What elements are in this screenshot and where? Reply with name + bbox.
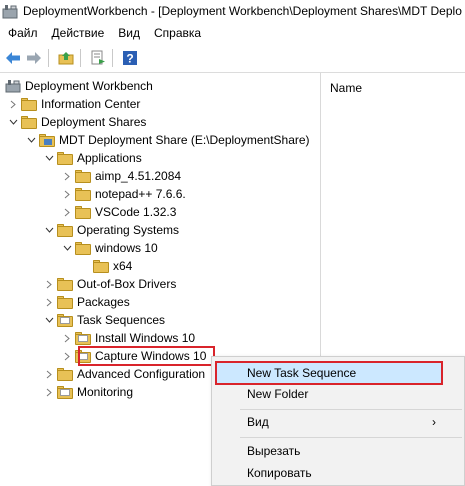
deployment-share-icon bbox=[39, 133, 55, 147]
svg-text:?: ? bbox=[126, 52, 133, 66]
tree-item-drivers[interactable]: Out-of-Box Drivers bbox=[44, 275, 176, 293]
chevron-right-icon[interactable] bbox=[44, 275, 54, 293]
menu-action[interactable]: Действие bbox=[44, 26, 111, 40]
tree-item-packages[interactable]: Packages bbox=[44, 293, 130, 311]
tree-label: Packages bbox=[77, 295, 130, 309]
tree-item-applications[interactable]: Applications bbox=[44, 149, 142, 167]
tree-item-mdt-deployment-share[interactable]: MDT Deployment Share (E:\DeploymentShare… bbox=[26, 131, 310, 149]
folder-icon bbox=[57, 385, 73, 399]
tree-label: Deployment Workbench bbox=[25, 79, 153, 93]
chevron-down-icon[interactable] bbox=[44, 311, 54, 329]
tree-item-app[interactable]: notepad++ 7.6.6. bbox=[62, 185, 186, 203]
tree-label: Deployment Shares bbox=[41, 115, 147, 129]
folder-icon bbox=[75, 169, 91, 183]
menu-item-copy[interactable]: Копировать bbox=[212, 461, 465, 485]
folder-open-icon bbox=[57, 223, 73, 237]
tree-item-task-sequences[interactable]: Task Sequences bbox=[44, 311, 165, 329]
tree-item-task-sequence[interactable]: Install Windows 10 bbox=[62, 329, 195, 347]
back-arrow-icon[interactable] bbox=[3, 48, 23, 68]
chevron-right-icon[interactable] bbox=[8, 95, 18, 113]
folder-icon bbox=[75, 205, 91, 219]
menu-bar: Файл Действие Вид Справка bbox=[0, 22, 465, 44]
menu-help[interactable]: Справка bbox=[146, 26, 207, 40]
folder-open-icon bbox=[93, 259, 109, 273]
folder-icon bbox=[57, 295, 73, 309]
context-menu: New Task Sequence New Folder Вид › Вырез… bbox=[211, 356, 465, 486]
chevron-right-icon[interactable] bbox=[62, 329, 72, 347]
toolbar: ? bbox=[0, 44, 465, 72]
chevron-down-icon[interactable] bbox=[8, 113, 18, 131]
tree-label: MDT Deployment Share (E:\DeploymentShare… bbox=[59, 133, 310, 147]
tree-label: Install Windows 10 bbox=[95, 331, 196, 345]
toolbar-separator bbox=[48, 49, 49, 67]
tree-item-app[interactable]: aimp_4.51.2084 bbox=[62, 167, 181, 185]
menu-view[interactable]: Вид bbox=[110, 26, 146, 40]
help-icon[interactable]: ? bbox=[120, 48, 140, 68]
tree-item-deployment-shares[interactable]: Deployment Shares bbox=[8, 113, 146, 131]
tree-label: x64 bbox=[113, 259, 133, 273]
menu-item-cut[interactable]: Вырезать bbox=[212, 439, 465, 463]
tree-label: Information Center bbox=[41, 97, 141, 111]
tree-label: windows 10 bbox=[95, 241, 158, 255]
folder-icon bbox=[75, 187, 91, 201]
tree-item-advanced-configuration[interactable]: Advanced Configuration bbox=[44, 365, 205, 383]
folder-open-icon bbox=[21, 115, 37, 129]
menu-file[interactable]: Файл bbox=[0, 26, 44, 40]
folder-icon bbox=[21, 97, 37, 111]
tree-label: Task Sequences bbox=[77, 313, 166, 327]
tree-label: Advanced Configuration bbox=[77, 367, 206, 381]
menu-item-new-folder[interactable]: New Folder bbox=[212, 382, 465, 406]
selection-outline bbox=[78, 346, 215, 366]
folder-icon bbox=[57, 277, 73, 291]
title-bar: DeploymentWorkbench - [Deployment Workbe… bbox=[0, 0, 465, 22]
toolbar-separator bbox=[80, 49, 81, 67]
chevron-right-icon[interactable] bbox=[44, 365, 54, 383]
tree-label: Applications bbox=[77, 151, 142, 165]
tree-item-os-folder[interactable]: windows 10 bbox=[62, 239, 158, 257]
folder-open-icon bbox=[75, 241, 91, 255]
submenu-arrow-icon: › bbox=[432, 415, 436, 429]
column-header-name[interactable]: Name bbox=[330, 81, 362, 95]
tree-item-monitoring[interactable]: Monitoring bbox=[44, 383, 133, 401]
menu-item-view[interactable]: Вид › bbox=[212, 410, 465, 434]
tree-label: VSCode 1.32.3 bbox=[95, 205, 177, 219]
chevron-down-icon[interactable] bbox=[62, 239, 72, 257]
tree-label: Monitoring bbox=[77, 385, 134, 399]
chevron-down-icon[interactable] bbox=[44, 221, 54, 239]
menu-item-view-label: Вид bbox=[247, 415, 269, 429]
chevron-right-icon[interactable] bbox=[62, 185, 72, 203]
forward-arrow-icon[interactable] bbox=[24, 48, 44, 68]
export-list-icon[interactable] bbox=[88, 48, 108, 68]
tree-item-information-center[interactable]: Information Center bbox=[8, 95, 140, 113]
tree-item-os-subfolder[interactable]: x64 bbox=[93, 257, 132, 275]
folder-open-icon bbox=[57, 151, 73, 165]
chevron-right-icon[interactable] bbox=[44, 293, 54, 311]
up-folder-icon[interactable] bbox=[56, 48, 76, 68]
tree-label: notepad++ 7.6.6. bbox=[95, 187, 186, 201]
chevron-down-icon[interactable] bbox=[44, 149, 54, 167]
tree-item-app[interactable]: VSCode 1.32.3 bbox=[62, 203, 176, 221]
deployment-workbench-icon bbox=[2, 3, 18, 19]
tree-item-operating-systems[interactable]: Operating Systems bbox=[44, 221, 179, 239]
toolbar-separator bbox=[112, 49, 113, 67]
chevron-right-icon[interactable] bbox=[44, 383, 54, 401]
menu-separator bbox=[240, 437, 462, 438]
tree-label: aimp_4.51.2084 bbox=[95, 169, 182, 183]
tree-label: Out-of-Box Drivers bbox=[77, 277, 177, 291]
window-title: DeploymentWorkbench - [Deployment Workbe… bbox=[23, 4, 462, 18]
tree-root[interactable]: Deployment Workbench bbox=[5, 77, 153, 95]
chevron-right-icon[interactable] bbox=[62, 347, 72, 365]
deployment-workbench-icon bbox=[5, 79, 21, 93]
folder-icon bbox=[57, 367, 73, 381]
tree-label: Operating Systems bbox=[77, 223, 180, 237]
chevron-down-icon[interactable] bbox=[26, 131, 36, 149]
folder-open-icon bbox=[57, 313, 73, 327]
chevron-right-icon[interactable] bbox=[62, 167, 72, 185]
chevron-right-icon[interactable] bbox=[62, 203, 72, 221]
folder-icon bbox=[75, 331, 91, 345]
